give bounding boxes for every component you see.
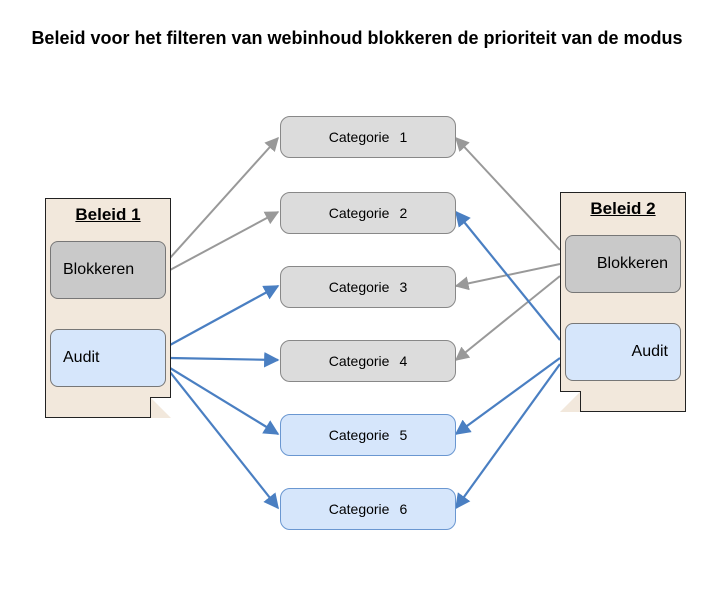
policy-2-audit-mode: Audit (565, 323, 681, 381)
category-word: Categorie (329, 427, 390, 443)
category-word: Categorie (329, 501, 390, 517)
policy-1-audit-mode: Audit (50, 329, 166, 387)
page-title: Beleid voor het filteren van webinhoud b… (0, 28, 714, 49)
category-num: 3 (399, 279, 407, 295)
policy-1-label: Beleid 1 (46, 205, 170, 225)
category-1: Categorie 1 (280, 116, 456, 158)
category-3: Categorie 3 (280, 266, 456, 308)
policy-2-label: Beleid 2 (561, 199, 689, 219)
category-num: 1 (399, 129, 407, 145)
category-word: Categorie (329, 279, 390, 295)
category-6: Categorie 6 (280, 488, 456, 530)
category-word: Categorie (329, 205, 390, 221)
category-word: Categorie (329, 129, 390, 145)
category-word: Categorie (329, 353, 390, 369)
policy-card-2: Beleid 2 Blokkeren Audit (560, 192, 686, 412)
category-num: 2 (399, 205, 407, 221)
category-5: Categorie 5 (280, 414, 456, 456)
policy-card-1: Beleid 1 Blokkeren Audit (45, 198, 171, 418)
page-fold-icon (560, 391, 581, 412)
page-fold-icon (150, 397, 171, 418)
category-num: 4 (399, 353, 407, 369)
category-4: Categorie 4 (280, 340, 456, 382)
category-num: 6 (399, 501, 407, 517)
policy-2-block-mode: Blokkeren (565, 235, 681, 293)
category-num: 5 (399, 427, 407, 443)
policy-1-block-mode: Blokkeren (50, 241, 166, 299)
category-2: Categorie 2 (280, 192, 456, 234)
